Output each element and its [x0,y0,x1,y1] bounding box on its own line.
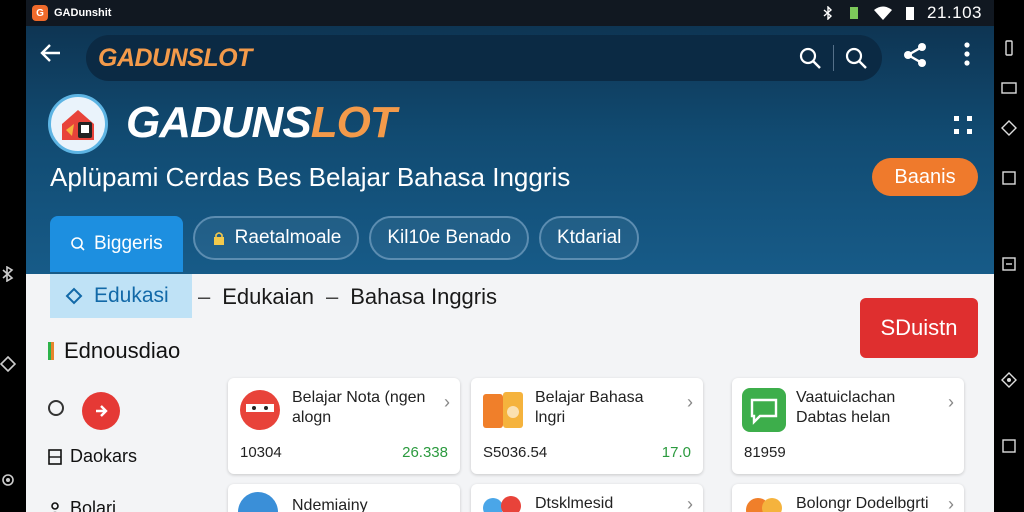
card-title: Belajar Bahasa lngri [535,389,644,426]
minus-icon[interactable] [1001,256,1017,272]
clock: 21.103 [927,3,982,22]
tab-kil10e-benado[interactable]: Kil10e Benado [369,216,529,260]
user-icon [51,501,59,512]
card-count: 10304 [240,444,282,461]
breadcrumb-separator: – [326,284,339,309]
cloud-icon [481,490,525,512]
card-value: 26.338 [402,444,448,461]
tab-label: Ktdarial [556,227,622,248]
course-card[interactable]: Belajar Nota (ngen alogn › 10304 26.338 [228,378,460,474]
card-title: Bolongr Dodelbgrti [796,495,929,512]
arrow-right-icon [96,405,108,417]
card-title: Vaatuiclachan Dabtas helan [796,389,896,426]
tab-label: Biggeris [94,233,163,254]
wifi-icon [874,6,892,20]
section-header: Ednousdiao [48,338,180,364]
tag-icon [65,287,83,305]
course-card[interactable]: Ndemiainy [228,484,460,512]
red-action-button[interactable]: SDuistn [860,298,978,358]
tab-ktdarial[interactable]: Ktdarial [538,216,640,260]
keyboard-icon[interactable] [1001,80,1017,96]
main-content: Edukasi – Edukaian – Bahasa Inggris SDui… [26,274,994,512]
app-logo [48,94,108,154]
card-title: Belajar Nota (ngen alogn [292,389,426,426]
course-card[interactable]: Bolongr Dodelbgrti › [732,484,964,512]
app-header: GADUNSLOT GADUNSLOT Aplüpami Cerdas Bes … [26,26,994,274]
scan-icon[interactable] [952,114,974,136]
sidebar-item-daokars[interactable]: Daokars [48,446,137,467]
course-card[interactable]: Vaatuiclachan Dabtas helan › 81959 [732,378,964,474]
back-nav-icon[interactable] [1001,372,1017,388]
header-subtitle: Aplüpami Cerdas Bes Belajar Bahasa Inggr… [50,162,571,192]
books-icon [481,388,525,432]
more-vert-icon[interactable] [960,40,974,68]
chevron-right-icon: › [687,392,693,412]
chevron-right-icon: › [687,494,693,512]
chevron-right-icon: › [948,392,954,412]
top-app-bar: GADUNSLOT [26,26,994,86]
card-count: 81959 [744,444,786,461]
bluetooth-icon [823,6,833,20]
chevron-right-icon: › [948,494,954,512]
breadcrumb-item[interactable]: Bahasa Inggris [350,284,497,310]
chat-icon [742,388,786,432]
breadcrumb-item[interactable]: Edukaian [222,284,314,310]
document-icon [48,448,62,465]
card-title: Ndemiainy [292,497,368,512]
search-bar-title: GADUNSLOT [98,44,252,72]
status-bar: G GADunshit 21.103 [26,0,994,26]
rotate-icon[interactable] [0,356,16,372]
phone-icon[interactable] [1001,40,1017,56]
card-title: Dtsklmesid [535,495,614,512]
search-icon [71,237,85,251]
share-icon[interactable] [902,42,928,68]
tab-biggeris[interactable]: Biggeris [50,216,183,272]
search-divider [833,45,834,71]
coin-icon [742,490,786,512]
settings-icon[interactable] [0,472,16,488]
recents-icon[interactable] [1001,438,1017,454]
header-action-button[interactable]: Baanis [872,158,978,196]
course-card[interactable]: Belajar Bahasa lngri › S5036.54 17.0 [471,378,703,474]
status-app-title: GADunshit [54,7,112,19]
device-frame: G GADunshit 21.103 GADUNSLOT GADUNSLOT A… [0,0,1024,512]
lock-icon [213,232,224,245]
sidebar-item-label: Bolari [70,498,117,512]
battery-icon [906,7,914,20]
tab-label: Kil10e Benado [387,227,511,248]
breadcrumb-separator: – [198,284,211,309]
right-nav-strip [994,0,1024,512]
search-icon[interactable] [798,46,822,70]
sidebar-item-label: Daokars [70,446,138,466]
chevron-right-icon: › [444,392,450,412]
bluetooth-icon[interactable] [0,266,16,282]
globe-icon [238,492,278,512]
brand-title: GADUNSLOT [126,98,397,147]
rotate-icon[interactable] [1001,120,1017,136]
ninja-icon [238,388,282,432]
app-icon: G [32,5,48,21]
app-screen: G GADunshit 21.103 GADUNSLOT GADUNSLOT A… [26,0,994,512]
breadcrumb-active-label: Edukasi [94,284,169,307]
red-arrow-button[interactable] [82,392,120,430]
search-icon[interactable] [844,46,868,70]
search-bar[interactable]: GADUNSLOT [86,35,882,81]
section-title: Ednousdiao [64,338,181,363]
screenshot-icon[interactable] [1001,170,1017,186]
tab-label: Raetalmoale [234,227,342,248]
radio-button[interactable] [48,400,64,416]
tab-raetalmoale[interactable]: Raetalmoale [192,216,360,260]
category-tabs: Biggeris Raetalmoale Kil10e Benado Ktdar… [50,216,640,272]
section-accent-bar [48,342,54,360]
course-card[interactable]: Dtsklmesid › [471,484,703,512]
sidebar-item-bolari[interactable]: Bolari [48,498,116,512]
card-count: S5036.54 [483,444,548,461]
sim-icon [850,7,858,19]
breadcrumb-active[interactable]: Edukasi [50,274,192,318]
card-value: 17.0 [661,444,691,461]
house-logo-icon [62,110,94,140]
breadcrumb: – Edukaian – Bahasa Inggris [198,284,497,310]
back-arrow-icon[interactable] [38,40,66,68]
